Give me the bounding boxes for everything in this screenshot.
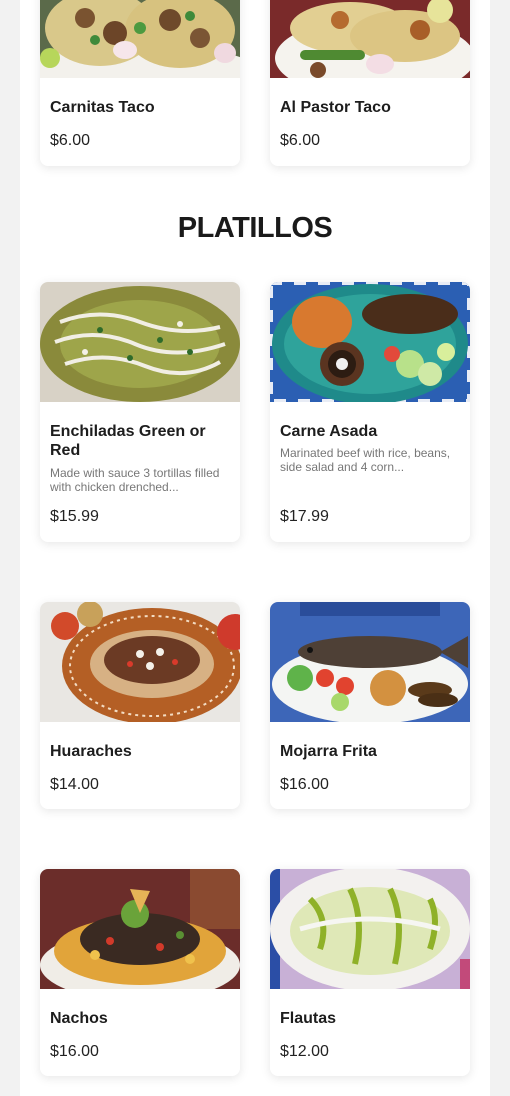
menu-item-card[interactable]: Huaraches $14.00 bbox=[40, 602, 240, 809]
menu-item-card[interactable]: Nachos $16.00 bbox=[40, 869, 240, 1076]
item-name: Nachos bbox=[50, 1010, 108, 1027]
item-name: Al Pastor Taco bbox=[280, 99, 391, 116]
menu-page: Carnitas Taco $6.00 Al Pastor Taco $6.00… bbox=[20, 0, 490, 1096]
item-price: $6.00 bbox=[50, 132, 91, 149]
item-name: Carnitas Taco bbox=[50, 99, 155, 116]
item-price: $16.00 bbox=[280, 776, 329, 793]
item-description: Marinated beef with rice, beans, side sa… bbox=[280, 446, 451, 474]
menu-item-card[interactable]: Carne Asada Marinated beef with rice, be… bbox=[270, 282, 470, 542]
menu-item-card[interactable]: Mojarra Frita $16.00 bbox=[270, 602, 470, 809]
section-title: PLATILLOS bbox=[177, 212, 333, 244]
item-price: $14.00 bbox=[50, 776, 99, 793]
item-price: $16.00 bbox=[50, 1043, 99, 1060]
mojarra-frita-photo bbox=[270, 602, 470, 722]
item-price: $6.00 bbox=[280, 132, 321, 149]
menu-item-card[interactable]: Enchiladas Green or Red Made with sauce … bbox=[40, 282, 240, 542]
item-name: Enchiladas Green or Red bbox=[50, 423, 206, 459]
item-price: $12.00 bbox=[280, 1043, 329, 1060]
item-name: Mojarra Frita bbox=[280, 743, 377, 760]
item-description: Made with sauce 3 tortillas filled with … bbox=[50, 466, 220, 494]
flautas-photo bbox=[270, 869, 470, 989]
item-price: $15.99 bbox=[50, 508, 99, 525]
nachos-photo bbox=[40, 869, 240, 989]
al-pastor-taco-photo bbox=[270, 0, 470, 78]
menu-item-card[interactable]: Al Pastor Taco $6.00 bbox=[270, 0, 470, 166]
item-price: $17.99 bbox=[280, 508, 329, 525]
item-name: Huaraches bbox=[50, 743, 132, 760]
menu-item-card[interactable]: Flautas $12.00 bbox=[270, 869, 470, 1076]
carnitas-taco-photo bbox=[40, 0, 240, 78]
item-name: Flautas bbox=[280, 1010, 337, 1027]
carne-asada-photo bbox=[270, 282, 470, 402]
menu-item-card[interactable]: Carnitas Taco $6.00 bbox=[40, 0, 240, 166]
item-name: Carne Asada bbox=[280, 423, 378, 440]
huaraches-photo bbox=[40, 602, 240, 722]
enchiladas-photo bbox=[40, 282, 240, 402]
